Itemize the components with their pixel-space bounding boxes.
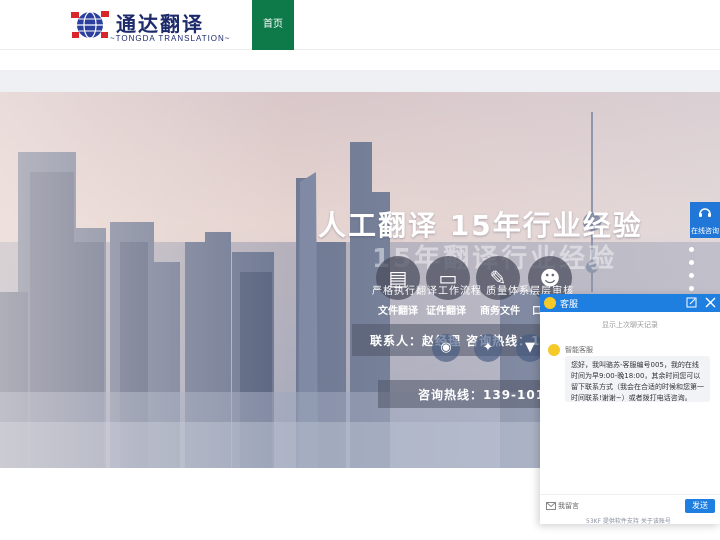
divider-band [0,70,720,92]
site-header: 通达翻译 ~TONGDA TRANSLATION~ 首页 [0,0,720,50]
expand-icon[interactable] [686,297,697,308]
powered-by-text[interactable]: 53KF 提供软件支持 关于该账号 [586,516,671,525]
headset-icon [699,208,711,217]
globe-logo-icon [71,11,109,39]
slider-dot[interactable] [689,273,694,278]
logo-subtitle: ~TONGDA TRANSLATION~ [110,34,231,43]
online-consult-label: 在线咨询 [691,227,719,235]
chat-divider [540,494,720,495]
agent-avatar [548,344,560,356]
chat-window: 客服 显示上次聊天记录 智能客服 您好，我叫骆苏-客服编号005，我的在线时间为… [540,294,720,524]
compass-icon: ✦ [474,334,502,362]
chat-message-bubble: 您好，我叫骆苏-客服编号005，我的在线时间为早9:00-晚18:00，其余时间… [565,356,710,402]
send-button[interactable]: 发送 [685,499,715,513]
mail-icon[interactable] [546,502,556,510]
service-label-id[interactable]: 证件翻译 [426,302,466,317]
online-consult-button[interactable]: 在线咨询 [690,202,720,238]
agent-name: 智能客服 [565,346,593,354]
nav-home[interactable]: 首页 [252,0,294,50]
slider-dot[interactable] [689,286,694,291]
leave-message-link[interactable]: 我留言 [558,501,579,511]
service-label-business[interactable]: 商务文件 [480,302,520,317]
slider-dot[interactable] [689,247,694,252]
chat-avatar [544,297,556,309]
close-icon[interactable] [705,297,716,308]
logo-name: 通达翻译 [116,12,204,36]
chat-title: 客服 [560,300,579,310]
service-label-document[interactable]: 文件翻译 [378,302,418,317]
slider-dot[interactable] [689,260,694,265]
location-icon: ◉ [432,334,460,362]
site-logo[interactable]: 通达翻译 ~TONGDA TRANSLATION~ [70,8,229,44]
chat-header[interactable]: 客服 [540,294,720,312]
chat-history-link[interactable]: 显示上次聊天记录 [540,320,720,330]
phone-bar: 咨询热线：139-1019- [378,380,559,408]
